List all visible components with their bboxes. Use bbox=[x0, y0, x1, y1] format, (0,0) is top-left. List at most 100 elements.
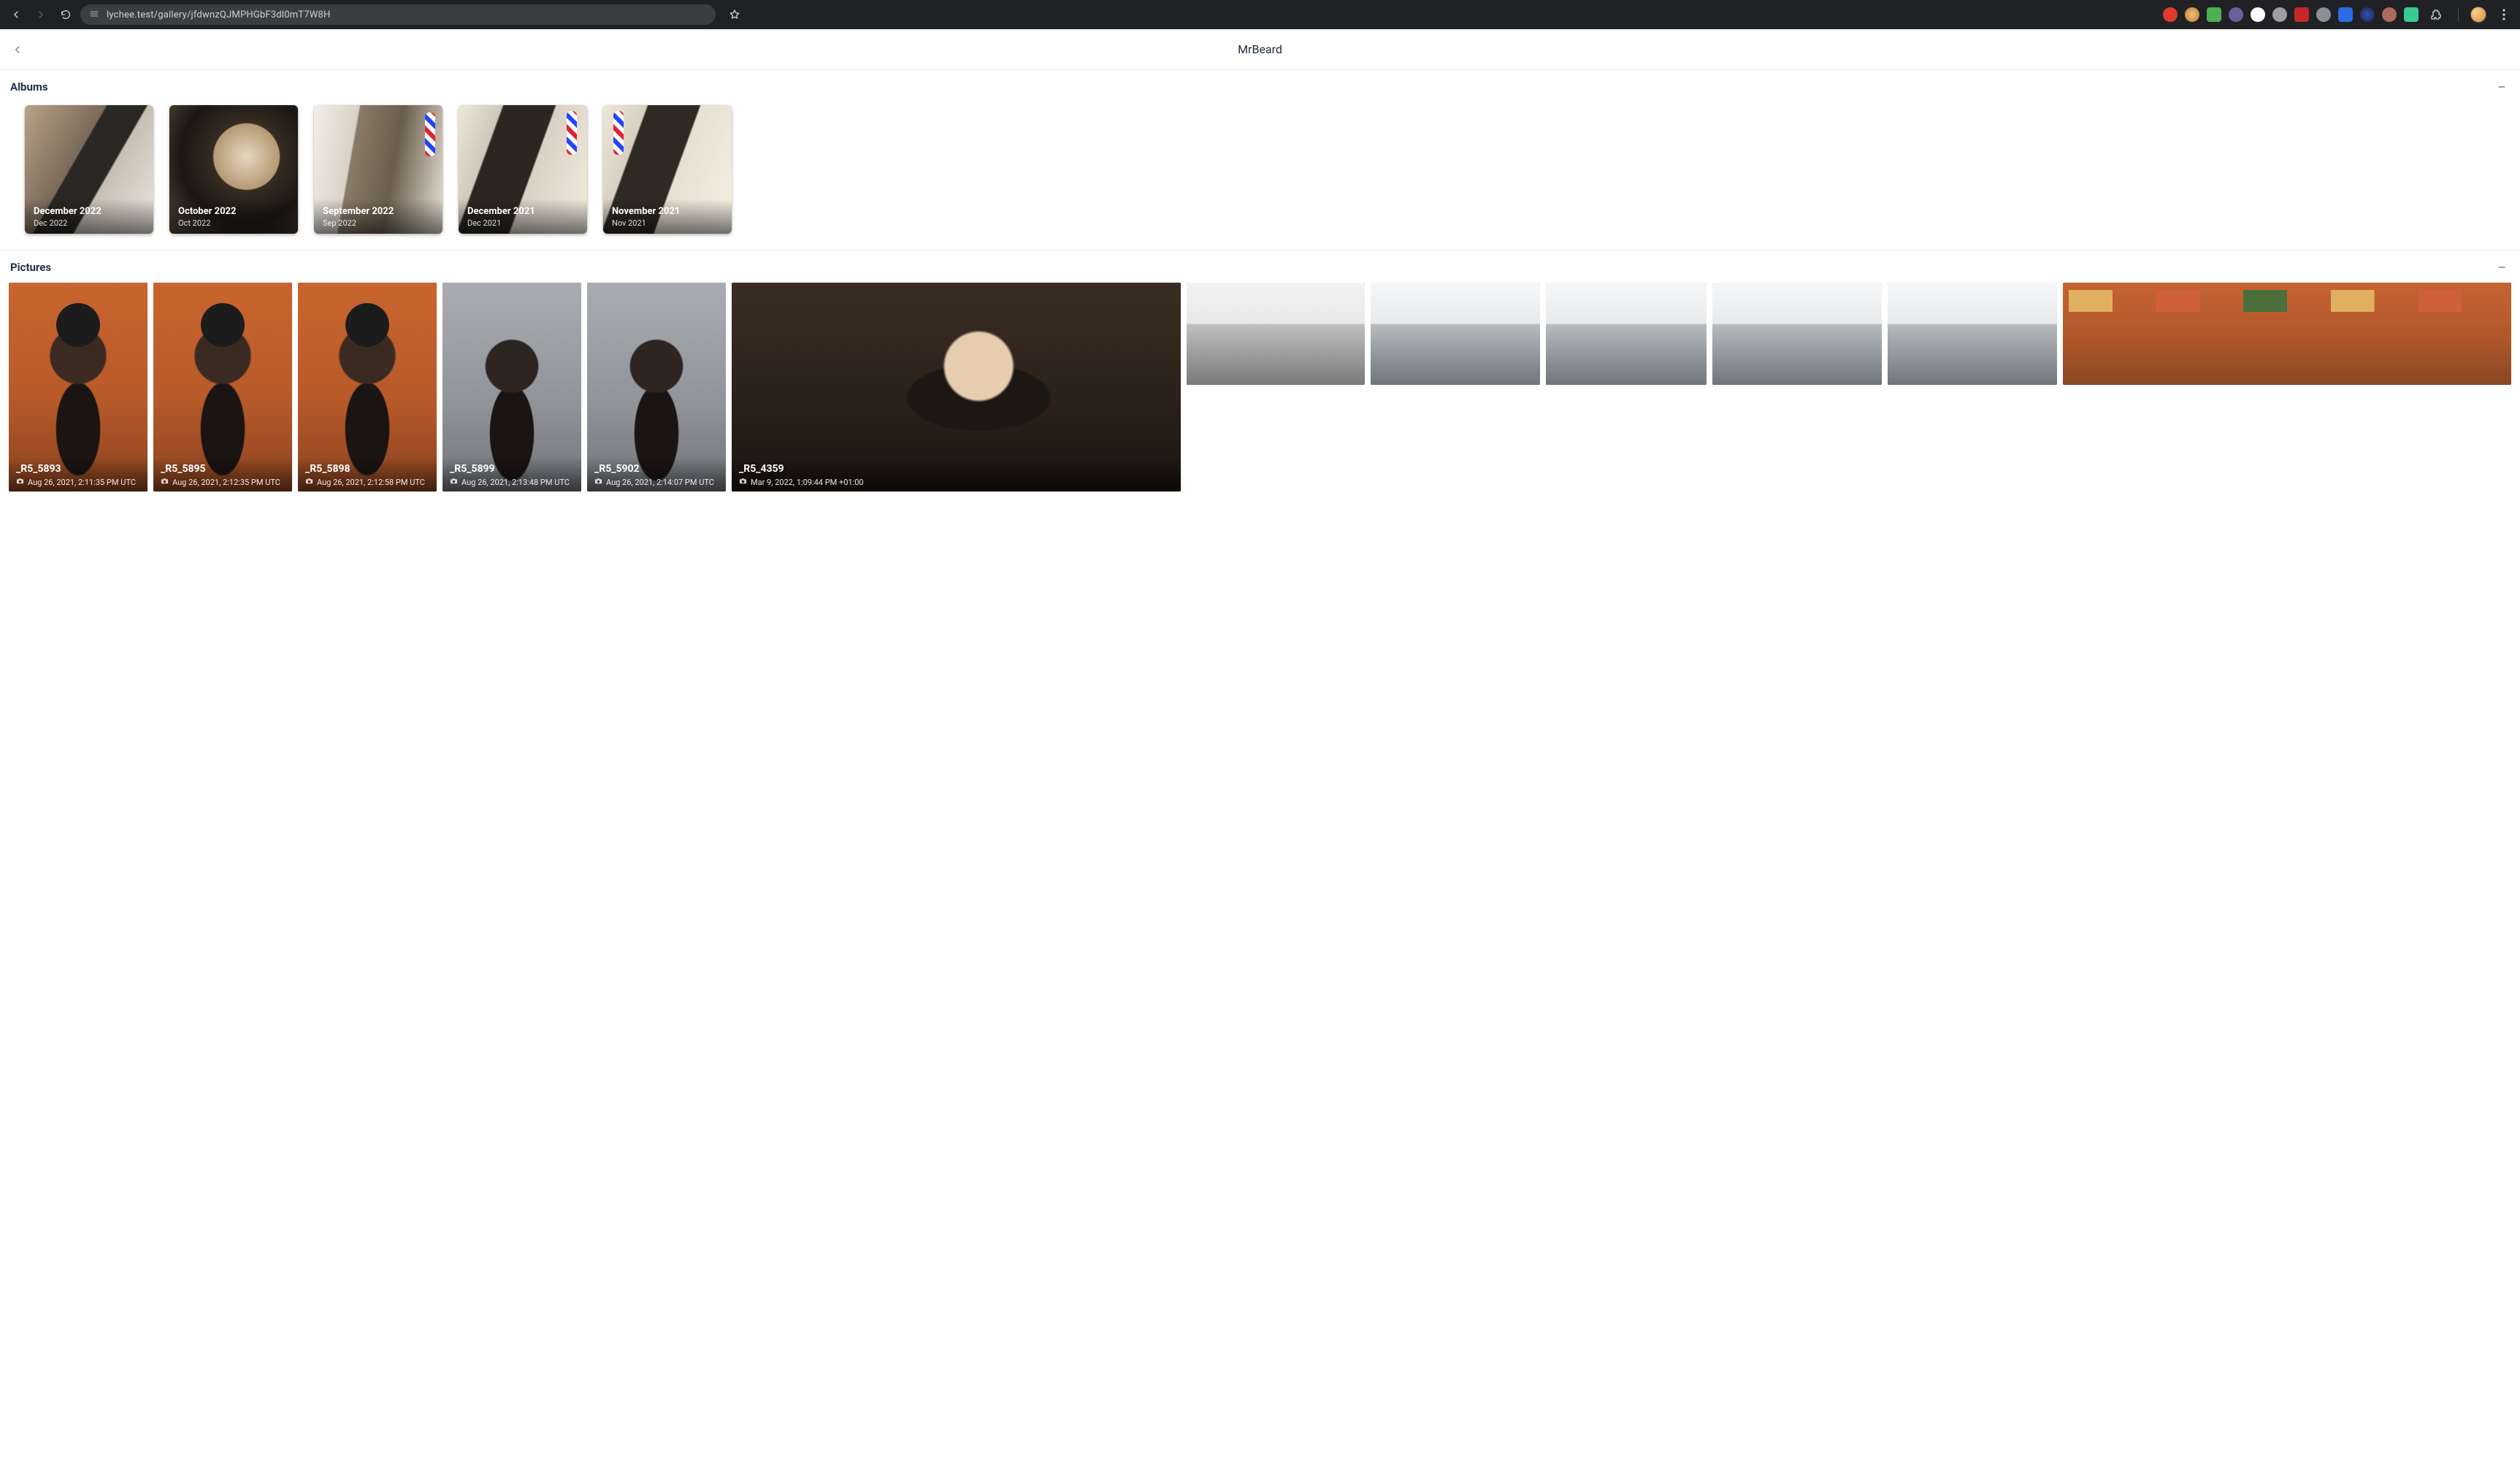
photo-subtitle: Mar 9, 2022, 1:09:44 PM +01:00 bbox=[751, 478, 864, 487]
album-title: October 2022 bbox=[178, 206, 289, 217]
pictures-collapse-button[interactable] bbox=[2494, 259, 2510, 275]
photo-card[interactable]: _R5_5902 Aug 26, 2021, 2:14:07 PM UTC bbox=[587, 283, 726, 492]
pictures-section: Pictures _R5_5893 Aug 26, 2021, 2:11:35 … bbox=[0, 250, 2520, 499]
album-title: September 2022 bbox=[323, 206, 434, 217]
extension-icon[interactable] bbox=[2360, 7, 2375, 22]
photo-meta: _R5_5899 Aug 26, 2021, 2:13:48 PM UTC bbox=[443, 457, 581, 492]
app-header: MrBeard bbox=[0, 29, 2520, 70]
browser-url: lychee.test/gallery/jfdwnzQJMPHGbF3dl0mT… bbox=[107, 9, 330, 20]
camera-icon bbox=[594, 477, 602, 487]
photo-card[interactable]: _R5_4359 Mar 9, 2022, 1:09:44 PM +01:00 bbox=[732, 283, 1181, 492]
profile-avatar[interactable] bbox=[2470, 7, 2486, 23]
browser-reload-button[interactable] bbox=[55, 4, 76, 25]
album-subtitle: Dec 2021 bbox=[467, 218, 578, 228]
camera-icon bbox=[305, 477, 313, 487]
photo-card[interactable] bbox=[1546, 283, 1707, 385]
albums-section-title: Albums bbox=[10, 80, 48, 93]
bookmark-star-icon[interactable] bbox=[724, 4, 745, 25]
photo-card[interactable] bbox=[1371, 283, 1540, 385]
photo-subtitle: Aug 26, 2021, 2:13:48 PM UTC bbox=[462, 478, 570, 487]
browser-chrome: lychee.test/gallery/jfdwnzQJMPHGbF3dl0mT… bbox=[0, 0, 2520, 29]
albums-section: Albums December 2022 Dec 2022 October 20… bbox=[0, 70, 2520, 248]
albums-collapse-button[interactable] bbox=[2494, 79, 2510, 95]
view-toggle bbox=[2495, 232, 2513, 243]
photo-meta: _R5_5898 Aug 26, 2021, 2:12:58 PM UTC bbox=[298, 457, 437, 492]
album-card[interactable]: October 2022 Oct 2022 bbox=[169, 105, 298, 234]
divider bbox=[2458, 7, 2459, 22]
photo-subtitle: Aug 26, 2021, 2:12:35 PM UTC bbox=[172, 478, 280, 487]
browser-extensions bbox=[2163, 4, 2514, 25]
page-title: MrBeard bbox=[1238, 42, 1282, 56]
album-card[interactable]: September 2022 Sep 2022 bbox=[314, 105, 443, 234]
albums-row: December 2022 Dec 2022 October 2022 Oct … bbox=[9, 102, 2511, 241]
photo-title: _R5_5898 bbox=[305, 463, 429, 475]
photo-thumbnail bbox=[1712, 283, 1882, 385]
photo-card[interactable] bbox=[1187, 283, 1365, 385]
photo-meta: _R5_4359 Mar 9, 2022, 1:09:44 PM +01:00 bbox=[732, 457, 1181, 492]
photo-meta: _R5_5895 Aug 26, 2021, 2:12:35 PM UTC bbox=[153, 457, 292, 492]
album-subtitle: Oct 2022 bbox=[178, 218, 289, 228]
camera-icon bbox=[450, 477, 458, 487]
album-subtitle: Sep 2022 bbox=[323, 218, 434, 228]
extension-icon[interactable] bbox=[2382, 7, 2397, 22]
browser-back-button[interactable] bbox=[6, 4, 26, 25]
back-button[interactable] bbox=[0, 29, 35, 70]
extensions-menu-icon[interactable] bbox=[2426, 4, 2446, 25]
photo-card[interactable] bbox=[1712, 283, 1882, 385]
site-info-icon[interactable] bbox=[89, 9, 99, 21]
extension-icon[interactable] bbox=[2229, 7, 2243, 22]
browser-omnibox[interactable]: lychee.test/gallery/jfdwnzQJMPHGbF3dl0mT… bbox=[80, 4, 716, 25]
extension-icon[interactable] bbox=[2163, 7, 2178, 22]
pictures-grid: _R5_5893 Aug 26, 2021, 2:11:35 PM UTC _R… bbox=[9, 283, 2511, 492]
browser-forward-button[interactable] bbox=[31, 4, 51, 25]
photo-thumbnail bbox=[2063, 283, 2512, 385]
extension-icon[interactable] bbox=[2294, 7, 2309, 22]
extension-icon[interactable] bbox=[2207, 7, 2221, 22]
photo-card[interactable]: _R5_5899 Aug 26, 2021, 2:13:48 PM UTC bbox=[443, 283, 581, 492]
extension-icon[interactable] bbox=[2404, 7, 2418, 22]
browser-menu-icon[interactable] bbox=[2494, 4, 2514, 25]
photo-subtitle: Aug 26, 2021, 2:14:07 PM UTC bbox=[606, 478, 714, 487]
pictures-section-header: Pictures bbox=[9, 255, 2511, 283]
photo-thumbnail bbox=[1187, 283, 1365, 385]
photo-thumbnail bbox=[1371, 283, 1540, 385]
photo-title: _R5_5902 bbox=[594, 463, 719, 475]
photo-subtitle: Aug 26, 2021, 2:11:35 PM UTC bbox=[28, 478, 136, 487]
album-overlay: September 2022 Sep 2022 bbox=[314, 199, 443, 234]
photo-title: _R5_4359 bbox=[739, 463, 1173, 475]
album-title: November 2021 bbox=[612, 206, 723, 217]
photo-thumbnail bbox=[1888, 283, 2057, 385]
extension-icon[interactable] bbox=[2316, 7, 2331, 22]
album-title: December 2022 bbox=[34, 206, 145, 217]
photo-card[interactable]: _R5_5895 Aug 26, 2021, 2:12:35 PM UTC bbox=[153, 283, 292, 492]
photo-title: _R5_5895 bbox=[161, 463, 285, 475]
albums-section-header: Albums bbox=[9, 74, 2511, 102]
photo-meta: _R5_5893 Aug 26, 2021, 2:11:35 PM UTC bbox=[9, 457, 148, 492]
photo-title: _R5_5893 bbox=[16, 463, 140, 475]
photo-card[interactable]: _R5_5893 Aug 26, 2021, 2:11:35 PM UTC bbox=[9, 283, 148, 492]
album-overlay: December 2022 Dec 2022 bbox=[25, 199, 153, 234]
photo-card[interactable] bbox=[2063, 283, 2512, 385]
album-card[interactable]: November 2021 Nov 2021 bbox=[603, 105, 732, 234]
album-title: December 2021 bbox=[467, 206, 578, 217]
album-overlay: October 2022 Oct 2022 bbox=[169, 199, 298, 234]
photo-card[interactable] bbox=[1888, 283, 2057, 385]
photo-thumbnail bbox=[1546, 283, 1707, 385]
photo-card[interactable]: _R5_5898 Aug 26, 2021, 2:12:58 PM UTC bbox=[298, 283, 437, 492]
album-card[interactable]: December 2022 Dec 2022 bbox=[25, 105, 153, 234]
album-card[interactable]: December 2021 Dec 2021 bbox=[459, 105, 587, 234]
camera-icon bbox=[739, 477, 747, 487]
extension-icon[interactable] bbox=[2272, 7, 2287, 22]
extension-icon[interactable] bbox=[2251, 7, 2265, 22]
camera-icon bbox=[161, 477, 169, 487]
album-overlay: December 2021 Dec 2021 bbox=[459, 199, 587, 234]
photo-title: _R5_5899 bbox=[450, 463, 574, 475]
extension-icon[interactable] bbox=[2338, 7, 2353, 22]
photo-subtitle: Aug 26, 2021, 2:12:58 PM UTC bbox=[317, 478, 425, 487]
camera-icon bbox=[16, 477, 24, 487]
album-overlay: November 2021 Nov 2021 bbox=[603, 199, 732, 234]
photo-meta: _R5_5902 Aug 26, 2021, 2:14:07 PM UTC bbox=[587, 457, 726, 492]
extension-icon[interactable] bbox=[2185, 7, 2199, 22]
pictures-section-title: Pictures bbox=[10, 261, 51, 274]
album-subtitle: Dec 2022 bbox=[34, 218, 145, 228]
